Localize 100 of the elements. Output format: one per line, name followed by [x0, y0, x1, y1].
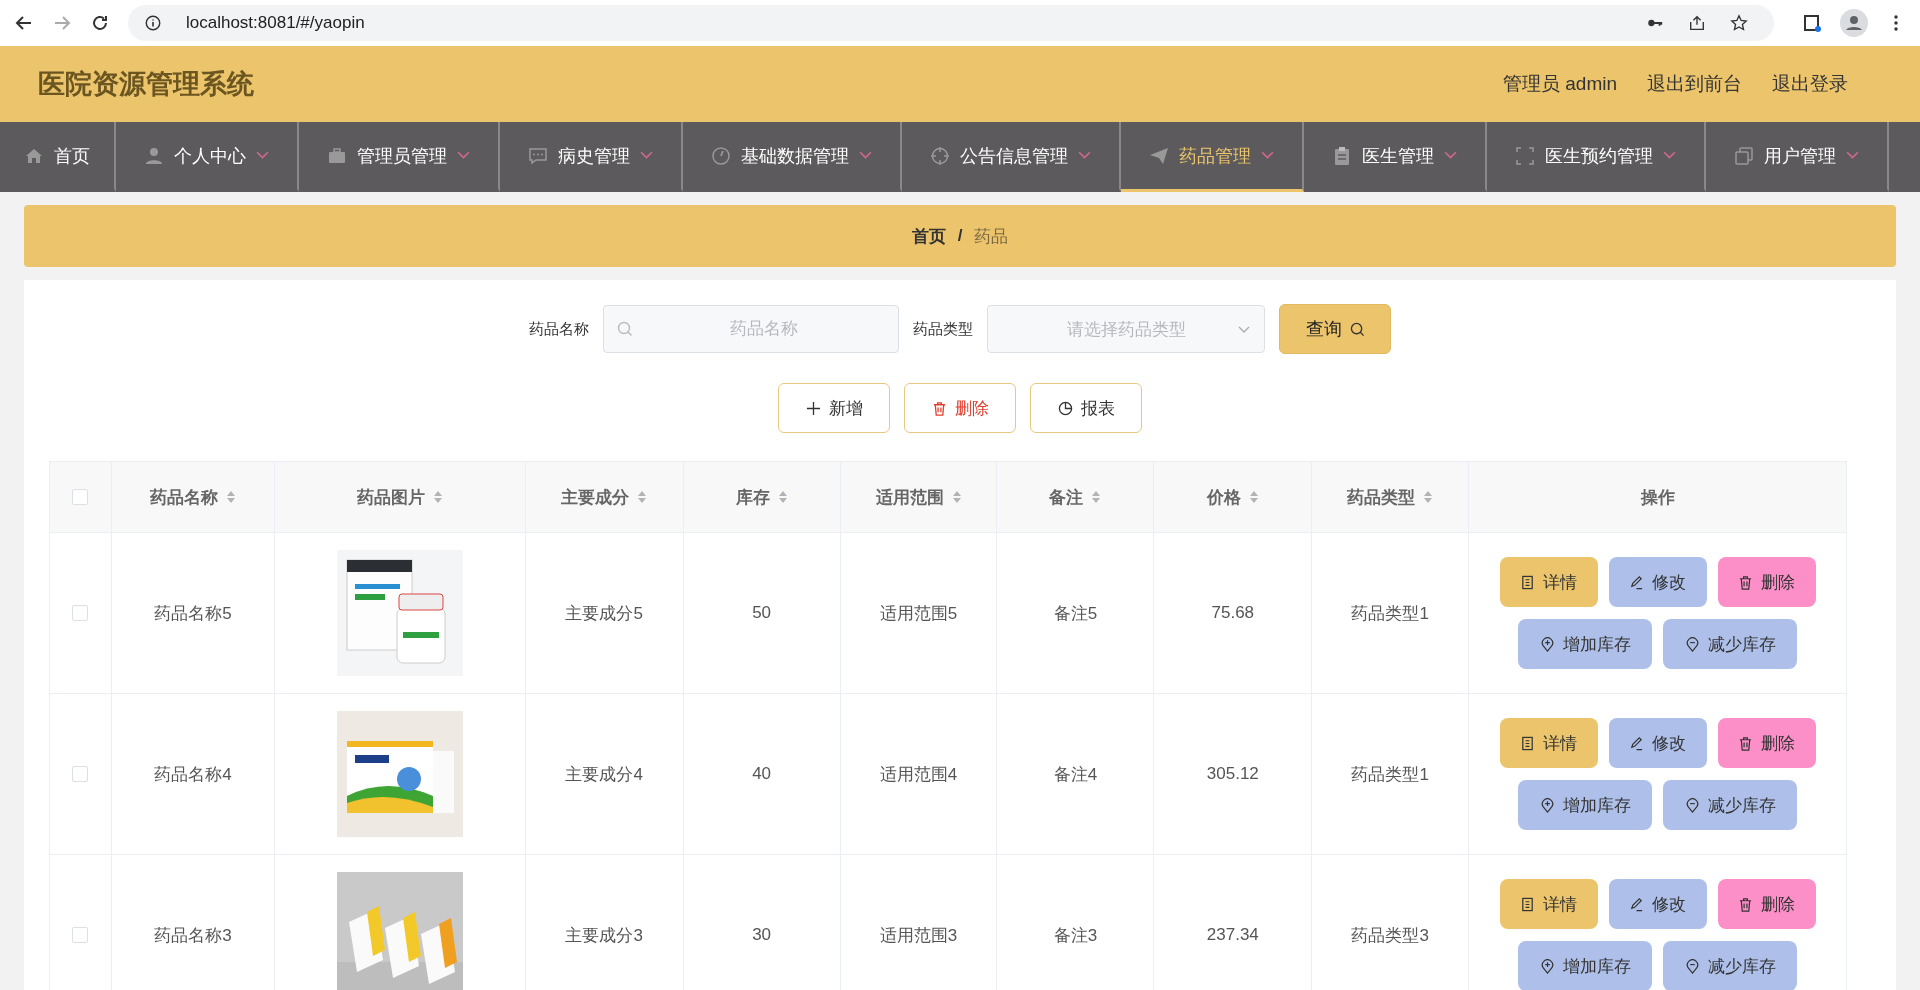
table-cell: 237.34	[1154, 855, 1313, 990]
checkbox[interactable]	[72, 605, 89, 621]
column-header[interactable]: 主要成分	[525, 462, 684, 532]
delete-button[interactable]: 删除	[904, 383, 1016, 433]
detail-button[interactable]: 详情	[1499, 557, 1598, 607]
detail-button[interactable]: 详情	[1499, 879, 1598, 929]
table-cell: 药品名称5	[111, 533, 275, 693]
nav-tab[interactable]: 用户管理	[1706, 122, 1889, 192]
column-header[interactable]: 备注	[997, 462, 1155, 532]
checkbox[interactable]	[72, 766, 89, 782]
table-cell: 40	[683, 694, 841, 854]
table-cell: 备注5	[997, 533, 1155, 693]
table-cell: 适用范围4	[840, 694, 998, 854]
table-cell: 主要成分4	[525, 694, 684, 854]
table-cell: 50	[683, 533, 841, 693]
clipboard-icon	[1332, 145, 1352, 166]
search-field[interactable]: 药品名称	[603, 305, 899, 353]
pencil-icon	[1629, 735, 1645, 751]
system-title: 医院资源管理系统	[38, 68, 254, 101]
info-icon[interactable]	[144, 14, 162, 32]
delete-button[interactable]: 删除	[1717, 557, 1816, 607]
reduce-stock-button[interactable]: 减少库存	[1663, 619, 1798, 669]
profile-icon[interactable]	[1840, 9, 1868, 37]
header-link[interactable]: 退出登录	[1772, 71, 1848, 97]
nav-tab[interactable]: 病史管理	[500, 122, 683, 192]
trash-icon	[1738, 896, 1754, 912]
pencil-icon	[1629, 574, 1645, 590]
edit-button[interactable]: 修改	[1608, 879, 1707, 929]
pin-minus-icon	[1684, 636, 1700, 652]
add-stock-button[interactable]: 增加库存	[1518, 780, 1653, 830]
nav-tab[interactable]: 基础数据管理	[683, 122, 902, 192]
gauge-icon	[711, 145, 731, 166]
checkbox[interactable]	[72, 927, 89, 943]
breadcrumb-separator: /	[957, 226, 963, 246]
trash-icon	[1738, 574, 1754, 590]
detail-button[interactable]: 详情	[1499, 718, 1598, 768]
table-cell: 药品名称3	[111, 855, 275, 990]
nav-tab[interactable]: 医生预约管理	[1487, 122, 1706, 192]
query-button[interactable]: 查询	[1279, 304, 1391, 354]
briefcase-icon	[327, 145, 347, 166]
report-button[interactable]: 报表	[1030, 383, 1142, 433]
pin-minus-icon	[1684, 797, 1700, 813]
document-icon	[1520, 735, 1536, 751]
edit-button[interactable]: 修改	[1608, 557, 1707, 607]
column-header[interactable]: 药品图片	[274, 462, 526, 532]
person-icon	[144, 145, 164, 166]
add-stock-button[interactable]: 增加库存	[1518, 619, 1653, 669]
column-header[interactable]: 价格	[1154, 462, 1313, 532]
bracket-frame-icon	[1515, 145, 1535, 166]
pencil-icon	[1629, 896, 1645, 912]
nav-tab[interactable]: 首页	[0, 122, 116, 192]
checkbox[interactable]	[72, 489, 89, 505]
header-link[interactable]: 管理员 admin	[1502, 71, 1617, 97]
table-cell: 75.68	[1154, 533, 1313, 693]
side-panel-icon[interactable]	[1802, 13, 1822, 33]
search-icon	[1349, 321, 1365, 337]
nav-tab[interactable]: 公告信息管理	[902, 122, 1121, 192]
reduce-stock-button[interactable]: 减少库存	[1663, 941, 1798, 990]
table-cell: 备注4	[997, 694, 1155, 854]
table-cell: 药品类型3	[1312, 855, 1470, 990]
column-header[interactable]: 适用范围	[840, 462, 998, 532]
column-header[interactable]: 药品名称	[111, 462, 275, 532]
nav-tab[interactable]: 医生管理	[1304, 122, 1487, 192]
reduce-stock-button[interactable]: 减少库存	[1663, 780, 1798, 830]
pin-plus-icon	[1539, 958, 1555, 974]
add-stock-button[interactable]: 增加库存	[1518, 941, 1653, 990]
chat-icon	[528, 145, 548, 166]
delete-button[interactable]: 删除	[1717, 718, 1816, 768]
document-icon	[1520, 574, 1536, 590]
delete-button[interactable]: 删除	[1717, 879, 1816, 929]
pie-chart-icon	[1057, 400, 1073, 416]
field-label: 药品名称	[529, 319, 589, 339]
table-cell: 适用范围3	[840, 855, 998, 990]
breadcrumb-link[interactable]: 首页	[911, 224, 946, 248]
pin-plus-icon	[1539, 636, 1555, 652]
trash-icon	[1738, 735, 1754, 751]
nav-tab[interactable]: 药品管理	[1121, 122, 1304, 192]
share-icon[interactable]	[1688, 14, 1706, 32]
table-cell: 药品名称4	[111, 694, 275, 854]
column-header[interactable]: 操作	[1469, 462, 1846, 532]
column-header[interactable]: 药品类型	[1312, 462, 1470, 532]
star-icon[interactable]	[1730, 14, 1748, 32]
trash-icon	[931, 400, 947, 416]
edit-button[interactable]: 修改	[1608, 718, 1707, 768]
nav-tab[interactable]: 管理员管理	[299, 122, 500, 192]
address-bar[interactable]: localhost:8081/#/yaopin	[128, 5, 1774, 41]
table-cell: 备注3	[997, 855, 1155, 990]
column-header[interactable]: 库存	[683, 462, 841, 532]
paper-plane-icon	[1149, 145, 1169, 166]
pin-plus-icon	[1539, 797, 1555, 813]
add-button[interactable]: 新增	[778, 383, 890, 433]
pin-minus-icon	[1684, 958, 1700, 974]
reload-icon[interactable]	[90, 13, 110, 33]
header-link[interactable]: 退出到前台	[1647, 71, 1742, 97]
document-icon	[1520, 896, 1536, 912]
table-cell: 305.12	[1154, 694, 1313, 854]
nav-tab[interactable]: 个人中心	[116, 122, 299, 192]
field-label: 药品类型	[913, 319, 973, 339]
table-cell: 适用范围5	[840, 533, 998, 693]
table-cell: 主要成分5	[525, 533, 684, 693]
